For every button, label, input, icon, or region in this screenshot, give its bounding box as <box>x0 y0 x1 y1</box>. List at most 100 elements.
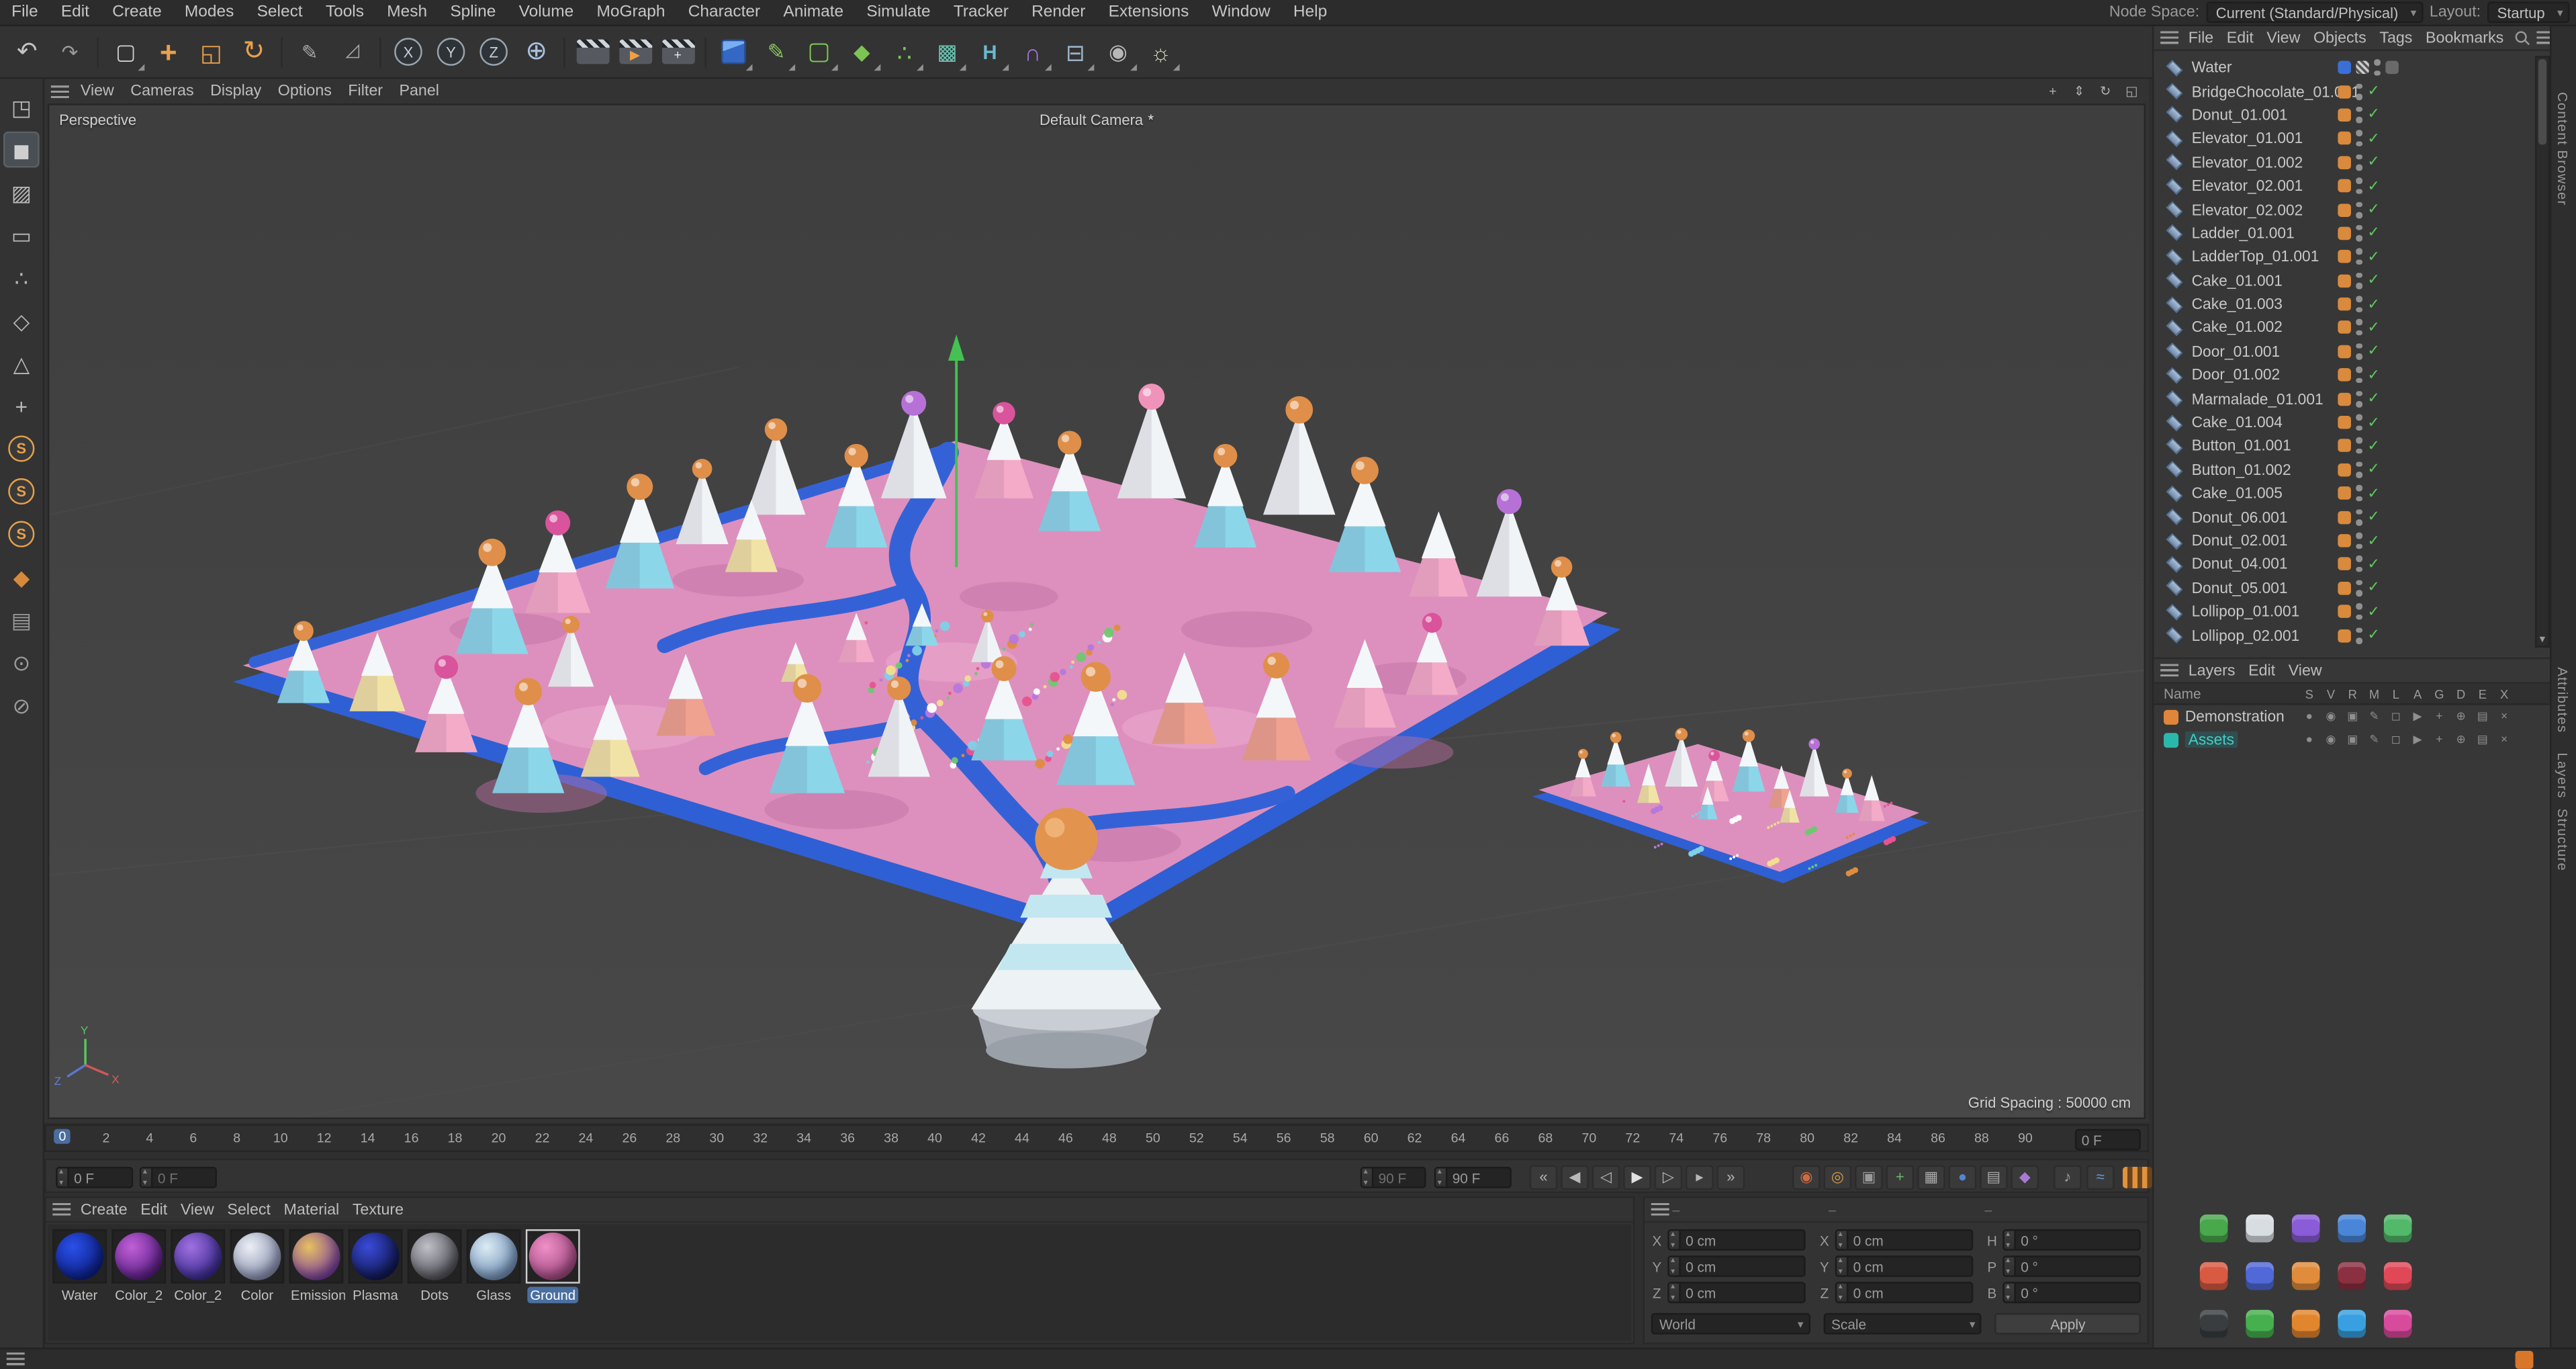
coord-field-b-2[interactable]: 0 ° <box>2003 1282 2141 1304</box>
spinner-arrows[interactable] <box>1837 1231 1849 1249</box>
next-key-button[interactable]: ▸ <box>1686 1165 1714 1190</box>
layer-chip[interactable] <box>2338 203 2351 216</box>
go-to-end-button[interactable]: » <box>1716 1165 1745 1190</box>
visibility-dots[interactable] <box>2356 83 2362 100</box>
layer-chip[interactable] <box>2338 298 2351 311</box>
rotate-view-icon[interactable]: ↻ <box>2095 82 2116 100</box>
desktop-icon-14[interactable] <box>2338 1309 2366 1338</box>
object-menu-objects[interactable]: Objects <box>2307 29 2373 47</box>
desktop-icon-5[interactable] <box>2383 1214 2412 1243</box>
spinner-arrows[interactable] <box>1837 1284 1849 1302</box>
object-panel-menu-icon[interactable] <box>2160 31 2179 45</box>
next-frame-button[interactable]: ▷ <box>1654 1165 1683 1190</box>
light-dropdown[interactable]: ☼ <box>1140 31 1181 72</box>
viewport-menu-view[interactable]: View <box>73 82 122 100</box>
live-selection-tool[interactable]: ▢ <box>105 31 146 72</box>
layer-chip[interactable] <box>2338 132 2351 146</box>
range-end-field[interactable]: 90 F <box>1434 1167 1512 1188</box>
menu-render[interactable]: Render <box>1020 3 1097 21</box>
layer-chip[interactable] <box>2338 85 2351 98</box>
visibility-dots[interactable] <box>2356 224 2362 242</box>
sketch-tool[interactable]: ✎ <box>289 31 330 72</box>
enabled-check[interactable]: ✓ <box>2367 343 2379 359</box>
quantize-toggle-button[interactable]: S <box>3 474 40 510</box>
texture-mode-button[interactable]: ▨ <box>3 174 40 210</box>
object-row[interactable]: Water <box>2154 56 2533 79</box>
status-menu-icon[interactable] <box>6 1352 25 1366</box>
material-water[interactable]: Water <box>51 1229 109 1303</box>
material-panel-menu-icon[interactable] <box>52 1202 71 1217</box>
coordinates-panel-menu-icon[interactable] <box>1651 1202 1669 1217</box>
snap-settings-button[interactable]: S <box>3 516 40 552</box>
sound-toggle-button[interactable]: ♪ <box>2054 1165 2082 1190</box>
environment-dropdown[interactable]: ⊟ <box>1055 31 1096 72</box>
object-row[interactable]: Cake_01.004 ✓ <box>2154 410 2533 434</box>
enabled-check[interactable]: ✓ <box>2367 533 2379 548</box>
enable-axis-button[interactable]: + <box>3 388 40 424</box>
layout-select[interactable]: Startup <box>2487 1 2570 24</box>
add-cube-dropdown[interactable] <box>713 31 754 72</box>
coordinate-system-toggle[interactable]: ⊕ <box>516 31 557 72</box>
layer-toggle-x[interactable]: × <box>2493 734 2515 745</box>
viewport-menu-cameras[interactable]: Cameras <box>122 82 202 100</box>
apply-button[interactable]: Apply <box>1994 1313 2141 1335</box>
scrollbar-thumb[interactable] <box>2538 59 2547 145</box>
current-frame-marker[interactable]: 0 <box>54 1129 71 1144</box>
model-mode-button[interactable]: ◼ <box>3 131 40 168</box>
visibility-dots[interactable] <box>2356 509 2362 525</box>
spinner-arrows[interactable] <box>2004 1284 2016 1302</box>
coord-field-z-1[interactable]: 0 cm <box>1835 1282 1974 1304</box>
camera-dropdown[interactable]: ◉ <box>1097 31 1138 72</box>
enabled-check[interactable]: ✓ <box>2367 580 2379 595</box>
visibility-dots[interactable] <box>2356 249 2362 265</box>
object-row[interactable]: Donut_06.001 ✓ <box>2154 505 2533 529</box>
visibility-dots[interactable] <box>2356 201 2362 218</box>
layer-toggle-v[interactable]: ◉ <box>2320 711 2342 722</box>
motion-system-icon[interactable]: ≈ <box>2086 1165 2115 1190</box>
points-mode-button[interactable]: ∴ <box>3 260 40 296</box>
enabled-check[interactable]: ✓ <box>2367 202 2379 217</box>
z-axis-lock[interactable]: Z <box>473 31 514 72</box>
visibility-dots[interactable] <box>2356 106 2362 124</box>
side-tab-content-browser[interactable]: Content Browser <box>2555 92 2571 206</box>
animation-palette-button[interactable]: ⊙ <box>3 644 40 680</box>
object-menu-file[interactable]: File <box>2182 29 2220 47</box>
layer-chip[interactable] <box>2338 439 2351 453</box>
scale-keys-toggle[interactable]: ▦ <box>1917 1165 1945 1190</box>
object-list-scrollbar[interactable]: ▾ <box>2534 56 2550 648</box>
layer-chip[interactable] <box>2338 605 2351 619</box>
x-axis-lock[interactable]: X <box>387 31 428 72</box>
side-tab-attributes[interactable]: Attributes <box>2555 667 2571 733</box>
desktop-icon-8[interactable] <box>2291 1262 2320 1290</box>
isolate-button[interactable]: ⊘ <box>3 687 40 723</box>
previous-frame-button[interactable]: ◁ <box>1592 1165 1620 1190</box>
coord-field-y-0[interactable]: 0 cm <box>1667 1255 1806 1277</box>
menu-file[interactable]: File <box>0 3 50 21</box>
spinner-arrows[interactable] <box>1669 1257 1681 1275</box>
material-color[interactable]: Color <box>228 1229 286 1303</box>
generators-dropdown[interactable]: ◆ <box>841 31 882 72</box>
material-ground[interactable]: Ground <box>524 1229 582 1304</box>
enabled-check[interactable]: ✓ <box>2367 438 2379 453</box>
layer-toggle-a[interactable]: ▶ <box>2407 734 2428 745</box>
layer-toggle-l[interactable]: ◻ <box>2385 711 2407 722</box>
object-row[interactable]: Door_01.001 ✓ <box>2154 340 2533 363</box>
enabled-check[interactable]: ✓ <box>2367 107 2379 122</box>
corner-badge-icon[interactable] <box>2515 1351 2534 1369</box>
layer-chip[interactable] <box>2338 368 2351 382</box>
object-row[interactable]: Elevator_01.002 ✓ <box>2154 150 2533 174</box>
menu-simulate[interactable]: Simulate <box>855 3 941 21</box>
object-row[interactable]: Donut_02.001 ✓ <box>2154 529 2533 552</box>
enabled-check[interactable]: ✓ <box>2367 296 2379 312</box>
render-picture-viewer-button[interactable]: ▶ <box>614 31 655 72</box>
enabled-check[interactable]: ✓ <box>2367 509 2379 525</box>
enabled-check[interactable]: ✓ <box>2367 627 2379 643</box>
desktop-icon-11[interactable] <box>2199 1309 2228 1338</box>
hud-levels-icon[interactable] <box>2122 1167 2152 1188</box>
layer-chip[interactable] <box>2338 321 2351 335</box>
enabled-check[interactable]: ✓ <box>2367 390 2379 406</box>
layer-chip[interactable] <box>2338 581 2351 595</box>
enabled-check[interactable]: ✓ <box>2367 414 2379 430</box>
coord-field-x-0[interactable]: 0 cm <box>1667 1229 1806 1251</box>
visibility-dots[interactable] <box>2356 130 2362 147</box>
